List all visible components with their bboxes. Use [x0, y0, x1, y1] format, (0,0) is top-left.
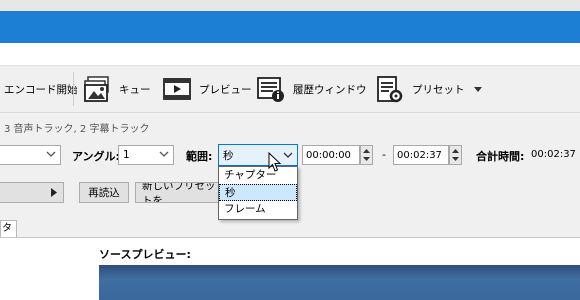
- queue-icon: [84, 76, 109, 102]
- end-time-spinner[interactable]: [449, 145, 462, 165]
- tab-filter[interactable]: ター: [0, 220, 17, 237]
- new-preset-label: 新しいプリセットを: [142, 182, 216, 203]
- chevron-down-icon: [283, 152, 293, 158]
- range-option-chapter[interactable]: チャプター: [219, 167, 297, 184]
- source-preview-label: ソースプレビュー:: [99, 248, 191, 261]
- queue-label: キュー: [119, 83, 151, 96]
- history-info-icon: [257, 77, 284, 102]
- range-value: 秒: [223, 149, 234, 162]
- spinner-arrows-icon: [363, 149, 370, 161]
- preset-label: プリセット: [412, 83, 465, 96]
- preset-settings-icon: [377, 76, 403, 103]
- reload-label: 再読込: [88, 187, 120, 199]
- end-time-input[interactable]: 00:02:37: [393, 145, 449, 165]
- range-select[interactable]: 秒: [218, 144, 298, 166]
- encode-start-button[interactable]: エンコード開始: [4, 66, 78, 112]
- range-dropdown-list: チャプター 秒 フレーム: [218, 166, 298, 220]
- window-titlebar: [0, 0, 580, 11]
- reload-button[interactable]: 再読込: [79, 182, 129, 203]
- total-duration-label: 合計時間:: [476, 150, 525, 163]
- main-toolbar: エンコード開始 キュー プレビュー 履歴ウィンドウ プリセット: [0, 65, 580, 113]
- chevron-down-icon: [46, 151, 56, 157]
- range-dash: -: [382, 148, 386, 161]
- source-preview-image: [99, 265, 580, 300]
- destination-dropdown-button[interactable]: [0, 182, 64, 203]
- chevron-down-icon: [159, 151, 169, 157]
- history-window-label: 履歴ウィンドウ: [293, 83, 367, 96]
- preview-button[interactable]: プレビュー: [162, 66, 252, 112]
- film-preview-icon: [163, 78, 191, 100]
- source-track-info: 3 音声トラック, 2 字幕トラック: [4, 124, 150, 135]
- history-window-button[interactable]: 履歴ウィンドウ: [256, 66, 367, 112]
- angle-select[interactable]: 1: [118, 145, 174, 165]
- chevron-right-icon: [51, 188, 57, 197]
- header-spacer: [0, 43, 580, 65]
- app-header-band: [0, 11, 580, 43]
- angle-value: 1: [123, 149, 130, 161]
- encode-start-label: エンコード開始: [4, 83, 78, 96]
- new-preset-button[interactable]: 新しいプリセットを: [135, 182, 225, 203]
- range-option-seconds[interactable]: 秒: [219, 184, 297, 201]
- start-time-input[interactable]: 00:00:00: [302, 145, 360, 165]
- preview-label: プレビュー: [199, 83, 252, 96]
- spinner-arrows-icon: [452, 149, 459, 161]
- queue-button[interactable]: キュー: [82, 66, 151, 112]
- range-option-frames[interactable]: フレーム: [219, 201, 297, 218]
- start-time-spinner[interactable]: [360, 145, 373, 165]
- total-duration-value: 00:02:37: [531, 149, 576, 160]
- preset-button[interactable]: プリセット: [375, 66, 482, 112]
- preset-dropdown-icon: [473, 86, 482, 92]
- angle-label: アングル:: [72, 150, 120, 163]
- title-combobox[interactable]: [0, 145, 61, 165]
- range-label: 範囲:: [186, 150, 213, 163]
- end-time-value: 00:02:37: [397, 149, 442, 161]
- start-time-value: 00:00:00: [306, 149, 351, 161]
- mouse-cursor-icon: [268, 152, 282, 172]
- toolbar-separator: [73, 72, 74, 106]
